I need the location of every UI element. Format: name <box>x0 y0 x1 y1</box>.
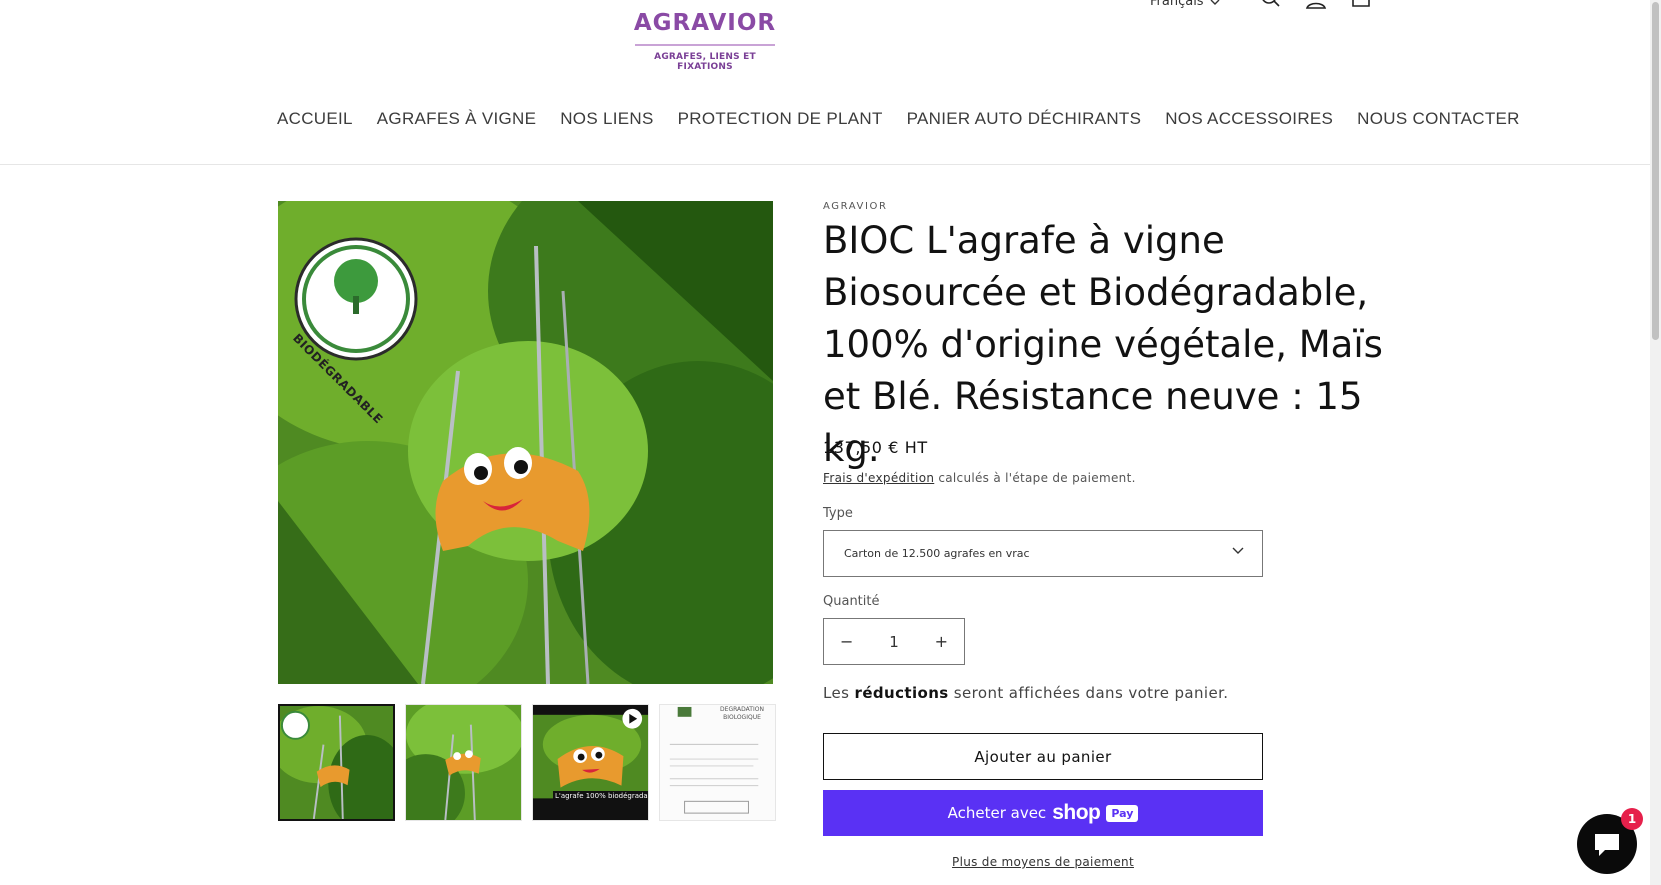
chat-notification-badge: 1 <box>1621 808 1643 830</box>
logo-tagline: AGRAFES, LIENS ET FIXATIONS <box>654 52 756 72</box>
shop-pay-prefix: Acheter avec <box>947 804 1047 822</box>
product-photo <box>278 201 773 684</box>
logo-divider <box>635 44 775 46</box>
type-select-value: Carton de 12.500 agrafes en vrac <box>844 547 1030 560</box>
nav-item-panier-auto-dechirants[interactable]: PANIER AUTO DÉCHIRANTS <box>907 109 1142 129</box>
nav-item-nos-accessoires[interactable]: NOS ACCESSOIRES <box>1165 109 1333 129</box>
chat-bubble-icon <box>1595 834 1619 856</box>
type-label: Type <box>823 506 853 521</box>
language-selector[interactable]: Français <box>1150 0 1220 9</box>
more-payment-options-link[interactable]: Plus de moyens de paiement <box>823 855 1263 869</box>
nav-item-protection-de-plant[interactable]: PROTECTION DE PLANT <box>678 109 883 129</box>
site-logo[interactable]: AGRAVIOR AGRAFES, LIENS ET FIXATIONS <box>625 10 785 72</box>
thumbnail-2[interactable] <box>405 704 522 821</box>
thumbnail-certificate[interactable]: DEGRADATION BIOLOGIQUE <box>659 704 776 821</box>
quantity-stepper: − 1 + <box>823 618 965 665</box>
site-header: AGRAVIOR AGRAFES, LIENS ET FIXATIONS Fra… <box>0 0 1661 165</box>
quantity-input[interactable]: 1 <box>889 633 899 651</box>
quantity-increase-button[interactable]: + <box>935 632 948 651</box>
thumbnail-video[interactable]: L'agrafe 100% biodégradable <box>532 704 649 821</box>
shipping-text: calculés à l'étape de paiement. <box>934 471 1136 485</box>
shop-pay-badge: Pay <box>1106 804 1139 822</box>
logo-text: AGRAVIOR <box>633 10 777 36</box>
product-title: BIOC L'agrafe à vigne Biosourcée et Biod… <box>823 219 1383 470</box>
shop-pay-button[interactable]: Acheter avec shop Pay <box>823 790 1263 836</box>
shop-pay-logo: shop <box>1052 801 1101 824</box>
quantity-decrease-button[interactable]: − <box>840 632 853 651</box>
product-main-image[interactable]: BIODÉGRADABLE <box>278 201 773 684</box>
page-scrollbar-thumb[interactable] <box>1652 2 1659 340</box>
nav-item-nous-contacter[interactable]: NOUS CONTACTER <box>1357 109 1520 129</box>
discount-note: Les réductions seront affichées dans vot… <box>823 684 1228 702</box>
quantity-label: Quantité <box>823 594 880 609</box>
product-vendor[interactable]: AGRAVIOR <box>823 201 888 212</box>
shipping-note: Frais d'expédition calculés à l'étape de… <box>823 471 1136 485</box>
thumbnail-1[interactable] <box>278 704 395 821</box>
main-navigation: ACCUEIL AGRAFES À VIGNE NOS LIENS PROTEC… <box>277 109 1544 129</box>
video-caption: L'agrafe 100% biodégradable <box>553 791 648 801</box>
chevron-down-icon <box>1210 0 1220 5</box>
nav-item-nos-liens[interactable]: NOS LIENS <box>560 109 653 129</box>
search-icon[interactable] <box>1259 0 1283 14</box>
certificate-caption: DEGRADATION BIOLOGIQUE <box>720 706 764 721</box>
product-price: 137,50 € HT <box>823 438 928 457</box>
type-select[interactable]: Carton de 12.500 agrafes en vrac <box>823 530 1263 577</box>
thumbnail-strip: L'agrafe 100% biodégradable DEGRADATION … <box>278 704 776 821</box>
cart-icon[interactable] <box>1349 0 1373 14</box>
language-label: Français <box>1150 0 1204 9</box>
nav-item-accueil[interactable]: ACCUEIL <box>277 109 353 129</box>
discount-prefix: Les <box>823 684 855 702</box>
shipping-link[interactable]: Frais d'expédition <box>823 471 934 485</box>
account-icon[interactable] <box>1304 0 1328 14</box>
add-to-cart-button[interactable]: Ajouter au panier <box>823 733 1263 780</box>
chevron-down-icon <box>1232 547 1244 554</box>
discount-suffix: seront affichées dans votre panier. <box>948 684 1229 702</box>
discount-bold: réductions <box>854 684 949 702</box>
nav-item-agrafes-a-vigne[interactable]: AGRAFES À VIGNE <box>377 109 536 129</box>
